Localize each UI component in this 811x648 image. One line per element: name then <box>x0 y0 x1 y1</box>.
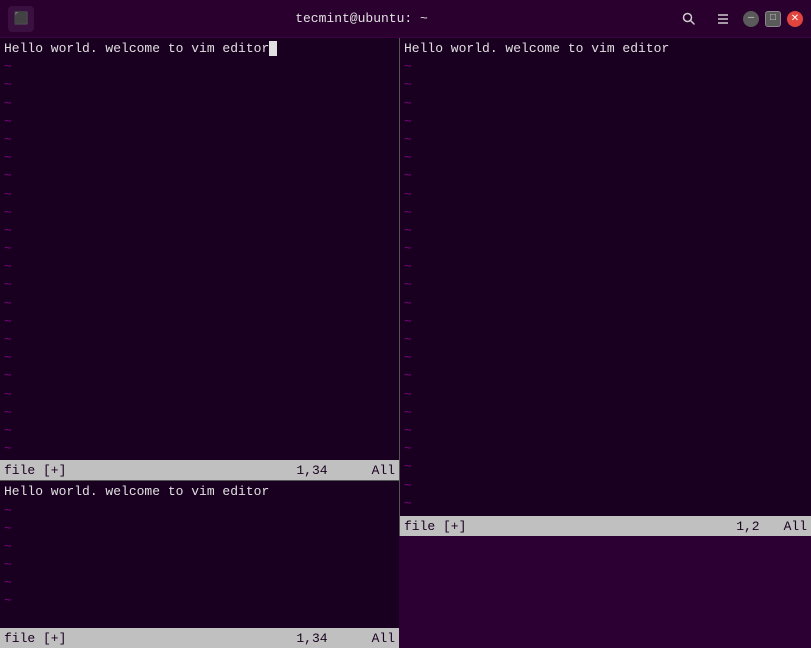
tilde-3: ~ <box>4 95 395 113</box>
terminal-area: Hello world. welcome to vim editor ~ ~ ~… <box>0 38 811 536</box>
titlebar-controls: — □ ✕ <box>675 5 803 33</box>
r-tilde-21: ~ <box>404 422 807 440</box>
menu-button[interactable] <box>709 5 737 33</box>
left-top-statusbar: file [+] 1,34 All <box>0 460 399 480</box>
r-tilde-24: ~ <box>404 477 807 495</box>
close-button[interactable]: ✕ <box>787 11 803 27</box>
tilde-2: ~ <box>4 76 395 94</box>
tilde-11: ~ <box>4 240 395 258</box>
r-tilde-9: ~ <box>404 204 807 222</box>
r-tilde-22: ~ <box>404 440 807 458</box>
titlebar-left: ⬛ <box>8 6 48 32</box>
tilde-17: ~ <box>4 349 395 367</box>
left-bottom-statusbar: file [+] 1,34 All <box>0 628 399 648</box>
r-tilde-25: ~ <box>404 495 807 513</box>
cursor <box>269 41 277 56</box>
r-tilde-20: ~ <box>404 404 807 422</box>
lb-tilde-1: ~ <box>4 502 395 520</box>
maximize-button[interactable]: □ <box>765 11 781 27</box>
r-tilde-5: ~ <box>404 131 807 149</box>
r-tilde-8: ~ <box>404 186 807 204</box>
minimize-button[interactable]: — <box>743 11 759 27</box>
search-button[interactable] <box>675 5 703 33</box>
lb-tilde-6: ~ <box>4 592 395 610</box>
titlebar: ⬛ tecmint@ubuntu: ~ — □ ✕ <box>0 0 811 38</box>
tilde-9: ~ <box>4 204 395 222</box>
r-tilde-15: ~ <box>404 313 807 331</box>
right-statusbar: file [+] 1,2 All <box>400 516 811 536</box>
left-top-content[interactable]: Hello world. welcome to vim editor ~ ~ ~… <box>0 38 399 460</box>
right-status-filename: file [+] <box>404 519 736 534</box>
tilde-16: ~ <box>4 331 395 349</box>
tilde-6: ~ <box>4 149 395 167</box>
tilde-22: ~ <box>4 440 395 458</box>
r-tilde-7: ~ <box>404 167 807 185</box>
tilde-14: ~ <box>4 295 395 313</box>
lb-tilde-5: ~ <box>4 574 395 592</box>
lb-tilde-2: ~ <box>4 520 395 538</box>
right-content[interactable]: Hello world. welcome to vim editor ~ ~ ~… <box>400 38 811 516</box>
r-tilde-10: ~ <box>404 222 807 240</box>
tilde-10: ~ <box>4 222 395 240</box>
tilde-20: ~ <box>4 404 395 422</box>
right-status-scroll: All <box>784 519 807 534</box>
terminal-icon: ⬛ <box>8 6 34 32</box>
tilde-5: ~ <box>4 131 395 149</box>
r-tilde-14: ~ <box>404 295 807 313</box>
r-tilde-17: ~ <box>404 349 807 367</box>
tilde-12: ~ <box>4 258 395 276</box>
left-bottom-status-filename: file [+] <box>4 631 296 646</box>
tilde-18: ~ <box>4 367 395 385</box>
r-tilde-13: ~ <box>404 276 807 294</box>
window-title: tecmint@ubuntu: ~ <box>48 11 675 26</box>
left-bottom-content[interactable]: Hello world. welcome to vim editor ~ ~ ~… <box>0 481 399 628</box>
tilde-1: ~ <box>4 58 395 76</box>
lb-tilde-3: ~ <box>4 538 395 556</box>
r-tilde-23: ~ <box>404 458 807 476</box>
left-top-line1: Hello world. welcome to vim editor <box>4 40 395 58</box>
lb-tilde-4: ~ <box>4 556 395 574</box>
r-tilde-18: ~ <box>404 367 807 385</box>
tilde-15: ~ <box>4 313 395 331</box>
left-bottom-line1: Hello world. welcome to vim editor <box>4 483 395 501</box>
tilde-7: ~ <box>4 167 395 185</box>
r-tilde-6: ~ <box>404 149 807 167</box>
tilde-21: ~ <box>4 422 395 440</box>
r-tilde-2: ~ <box>404 76 807 94</box>
r-tilde-4: ~ <box>404 113 807 131</box>
tilde-8: ~ <box>4 186 395 204</box>
tilde-19: ~ <box>4 386 395 404</box>
r-tilde-19: ~ <box>404 386 807 404</box>
left-top-status-pos: 1,34 <box>296 463 327 478</box>
right-status-pos: 1,2 <box>736 519 759 534</box>
left-top-status-filename: file [+] <box>4 463 296 478</box>
left-bottom-status-pos: 1,34 <box>296 631 327 646</box>
left-column: Hello world. welcome to vim editor ~ ~ ~… <box>0 38 400 536</box>
left-bottom-pane[interactable]: Hello world. welcome to vim editor ~ ~ ~… <box>0 480 399 648</box>
left-bottom-status-scroll: All <box>372 631 395 646</box>
tilde-4: ~ <box>4 113 395 131</box>
right-line1: Hello world. welcome to vim editor <box>404 40 807 58</box>
r-tilde-12: ~ <box>404 258 807 276</box>
left-top-status-scroll: All <box>372 463 395 478</box>
r-tilde-3: ~ <box>404 95 807 113</box>
r-tilde-11: ~ <box>404 240 807 258</box>
r-tilde-1: ~ <box>404 58 807 76</box>
tilde-13: ~ <box>4 276 395 294</box>
right-pane[interactable]: Hello world. welcome to vim editor ~ ~ ~… <box>400 38 811 536</box>
r-tilde-16: ~ <box>404 331 807 349</box>
left-top-pane[interactable]: Hello world. welcome to vim editor ~ ~ ~… <box>0 38 399 480</box>
